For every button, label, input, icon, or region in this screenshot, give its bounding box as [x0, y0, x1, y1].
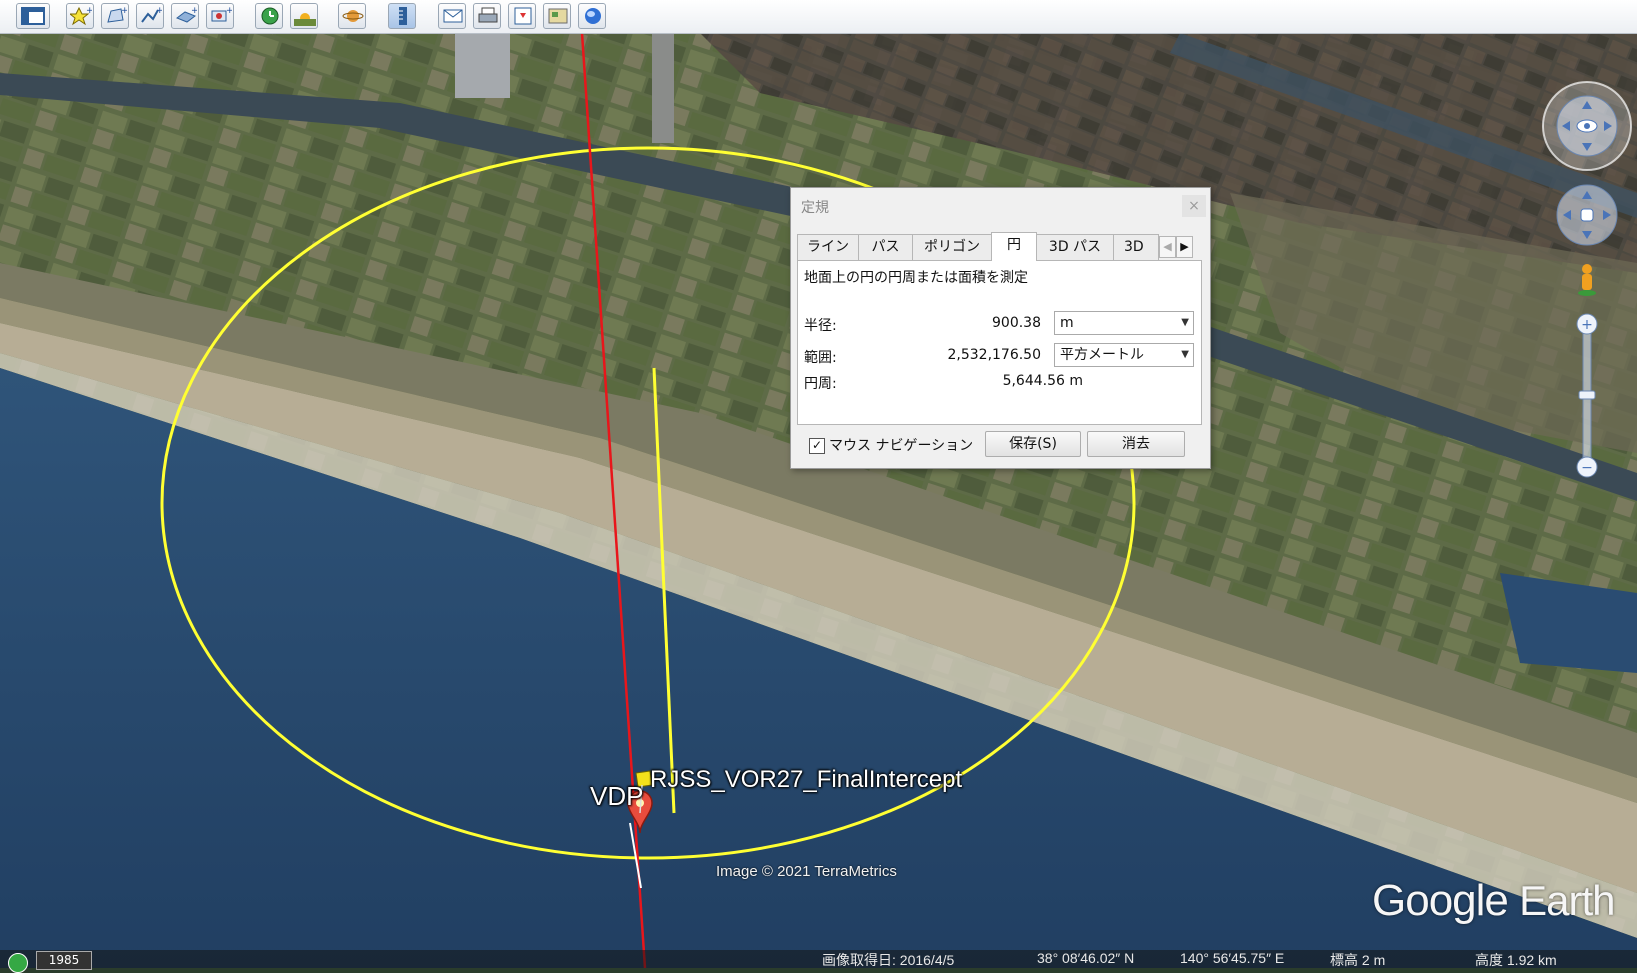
toolbar: + + + + + [0, 0, 1637, 34]
tab-scroll-left-icon[interactable]: ◀ [1159, 236, 1176, 258]
radius-unit-select[interactable]: m ▼ [1054, 311, 1194, 335]
terminal [455, 33, 510, 98]
ruler-icon [399, 7, 407, 25]
email-icon [443, 9, 463, 23]
earth-button[interactable] [578, 3, 606, 29]
planet-icon [342, 10, 364, 22]
save-image-icon [514, 7, 532, 25]
historical-imagery-button[interactable] [255, 3, 283, 29]
radius-unit: m [1060, 315, 1074, 331]
historical-imagery-indicator-icon[interactable] [8, 953, 28, 973]
look-joystick[interactable] [1542, 81, 1632, 171]
status-bar: 画像取得日: 2016/4/5 38° 08′46.02″ N 140° 56′… [0, 950, 1637, 968]
add-placemark-icon: + [70, 6, 92, 26]
mouse-navigation-checkbox[interactable]: ✓ [809, 438, 825, 454]
chevron-down-icon: ▼ [1181, 317, 1189, 328]
add-image-overlay-icon: + [175, 6, 197, 23]
svg-text:+: + [156, 6, 162, 16]
tab-path[interactable]: パス [858, 234, 913, 260]
area-value: 2,532,176.50 [947, 347, 1041, 363]
elevation-readout: 標高 2 m [1330, 952, 1386, 968]
placemark-label-intercept[interactable]: RJSS_VOR27_FinalIntercept [650, 766, 962, 794]
svg-text:+: + [191, 6, 197, 16]
eye-altitude-readout: 高度 1.92 km [1475, 952, 1557, 968]
eye-icon [1576, 119, 1598, 133]
latitude-readout: 38° 08′46.02″ N [1037, 950, 1135, 966]
sunlight-button[interactable] [290, 3, 318, 29]
add-polygon-button[interactable]: + [101, 3, 129, 29]
navigation-controls[interactable]: + − [1538, 81, 1637, 511]
historical-imagery-icon [261, 7, 279, 25]
google-earth-logo: Google Earth [1372, 876, 1616, 926]
close-button[interactable]: × [1182, 195, 1206, 217]
ruler-button[interactable] [388, 3, 416, 29]
add-path-icon: + [141, 6, 162, 23]
hand-icon [1580, 208, 1594, 222]
historical-year-box[interactable]: 1985 [36, 951, 92, 970]
sidebar-toggle-button[interactable] [16, 3, 50, 29]
sidebar-toggle-icon [21, 7, 45, 25]
tab-circle[interactable]: 円 [991, 232, 1037, 261]
email-button[interactable] [438, 3, 466, 29]
clear-button[interactable]: 消去 [1087, 431, 1185, 457]
circumference-value: 5,644.56 m [1002, 373, 1083, 389]
radius-label: 半径: [804, 318, 837, 334]
print-button[interactable] [473, 3, 501, 29]
area-unit: 平方メートル [1060, 347, 1144, 363]
record-tour-button[interactable]: + [206, 3, 234, 29]
svg-text:+: + [121, 6, 127, 16]
tab-3d-polygon[interactable]: 3D [1113, 234, 1159, 260]
imagery-copyright: Image © 2021 TerraMetrics [716, 863, 897, 880]
view-in-maps-button[interactable] [543, 3, 571, 29]
placemark-label-vdp[interactable]: VDP [590, 781, 643, 812]
panel-description: 地面上の円の円周または面積を測定 [804, 270, 1028, 286]
earth-view[interactable]: VDP RJSS_VOR27_FinalIntercept Image © 20… [0, 33, 1637, 968]
save-button[interactable]: 保存(S) [985, 431, 1081, 457]
runway [652, 33, 674, 143]
zoom-in-icon[interactable]: + [1581, 317, 1593, 333]
imagery-date: 画像取得日: 2016/4/5 [822, 952, 955, 968]
logo-earth: Earth [1519, 877, 1615, 924]
area-label: 範囲: [804, 350, 837, 366]
circumference-label: 円周: [804, 376, 837, 392]
radius-value: 900.38 [992, 315, 1041, 331]
print-icon [478, 7, 498, 23]
add-polygon-icon: + [107, 6, 127, 23]
tab-polygon[interactable]: ポリゴン [912, 234, 992, 260]
earth-icon [585, 8, 601, 24]
tab-3d-path[interactable]: 3D パス [1036, 234, 1114, 260]
ruler-tabs: ライン パス ポリゴン 円 3D パス 3D ◀ ▶ [797, 232, 1193, 261]
street-view-pegman-icon[interactable] [1578, 264, 1596, 296]
add-path-button[interactable]: + [136, 3, 164, 29]
move-joystick[interactable] [1556, 184, 1618, 246]
satellite-imagery[interactable] [0, 33, 1637, 968]
zoom-out-icon[interactable]: − [1581, 460, 1593, 476]
mouse-navigation-label: マウス ナビゲーション [829, 438, 974, 454]
tab-scroll-right-icon[interactable]: ▶ [1176, 236, 1193, 258]
add-image-overlay-button[interactable]: + [171, 3, 199, 29]
svg-text:+: + [226, 6, 232, 16]
tab-line[interactable]: ライン [797, 234, 859, 260]
area-unit-select[interactable]: 平方メートル ▼ [1054, 343, 1194, 367]
longitude-readout: 140° 56′45.75″ E [1180, 950, 1285, 966]
add-placemark-button[interactable]: + [66, 3, 94, 29]
planet-button[interactable] [338, 3, 366, 29]
save-image-button[interactable] [508, 3, 536, 29]
sunlight-icon [294, 13, 316, 26]
svg-text:+: + [86, 6, 92, 16]
dialog-title: 定規 [801, 200, 829, 216]
view-in-maps-icon [548, 8, 568, 24]
zoom-slider[interactable]: + − [1576, 313, 1598, 478]
record-tour-icon: + [211, 6, 232, 22]
zoom-thumb[interactable] [1578, 390, 1596, 400]
ruler-dialog: 定規 × ライン パス ポリゴン 円 3D パス 3D ◀ ▶ 地面上の円の円周… [790, 187, 1211, 469]
circle-panel: 地面上の円の円周または面積を測定 半径: 900.38 m ▼ 範囲: 2,53… [797, 260, 1202, 425]
logo-google: Google [1372, 876, 1509, 925]
chevron-down-icon: ▼ [1181, 349, 1189, 360]
